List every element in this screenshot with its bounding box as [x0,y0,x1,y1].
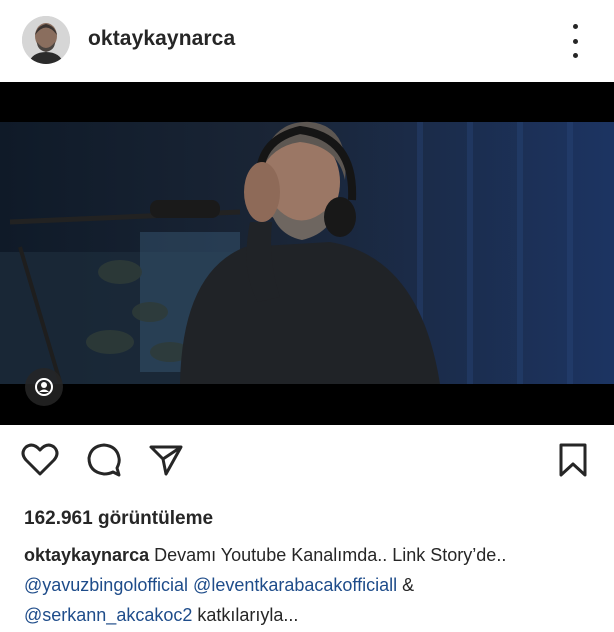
heart-icon[interactable] [20,440,60,480]
user-tag-icon[interactable] [25,368,63,406]
caption-text: Devamı Youtube Kanalımda.. Link Story’de… [154,545,507,565]
mention-link[interactable]: @serkann_akcakoc2 [24,605,192,625]
mention-link[interactable]: @leventkarabacakofficiall [193,575,397,595]
action-bar [0,440,614,490]
post-video[interactable] [0,82,614,425]
share-icon[interactable] [146,440,186,480]
video-frame [0,82,614,425]
post-username[interactable]: oktaykaynarca [88,27,235,51]
more-options-icon[interactable] [565,24,585,58]
bookmark-icon[interactable] [553,440,593,480]
avatar[interactable] [22,16,70,64]
post-header: oktaykaynarca [0,0,614,82]
caption-ampersand: & [402,575,415,595]
caption-line-1: oktaykaynarca Devamı Youtube Kanalımda..… [24,540,604,570]
caption-suffix: katkılarıyla... [197,605,299,625]
avatar-image [22,16,70,64]
caption-line-3: @serkann_akcakoc2 katkılarıyla... [24,600,604,630]
comment-icon[interactable] [84,440,124,480]
mention-link[interactable]: @yavuzbingolofficial [24,575,188,595]
post-caption: oktaykaynarca Devamı Youtube Kanalımda..… [24,540,604,630]
views-count[interactable]: 162.961 görüntüleme [24,508,213,530]
views-label: görüntüleme [97,508,214,529]
caption-line-2: @yavuzbingolofficial @leventkarabacakoff… [24,570,604,600]
views-number: 162.961 [24,508,93,529]
caption-username[interactable]: oktaykaynarca [24,545,149,565]
